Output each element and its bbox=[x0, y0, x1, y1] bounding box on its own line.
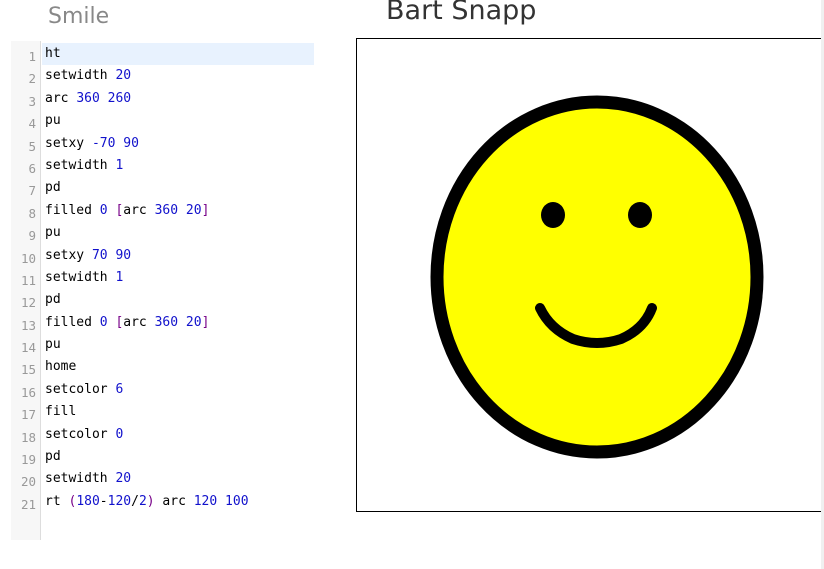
code-text[interactable]: setwidth 20 bbox=[42, 468, 314, 490]
code-line[interactable]: 14 pu bbox=[11, 334, 311, 356]
author-name: Bart Snapp bbox=[386, 0, 537, 26]
code-line[interactable]: 8 filled 0 [arc 360 20] bbox=[11, 200, 311, 222]
code-line[interactable]: 15 home bbox=[11, 356, 311, 378]
code-text[interactable]: fill bbox=[42, 401, 314, 423]
code-text[interactable]: setwidth 20 bbox=[42, 65, 314, 87]
code-text[interactable]: ht bbox=[42, 43, 314, 66]
code-text[interactable]: pu bbox=[42, 334, 314, 356]
turtle-canvas bbox=[356, 38, 822, 512]
drawing-svg bbox=[430, 95, 764, 459]
code-line[interactable]: 19 pd bbox=[11, 446, 311, 468]
code-line[interactable]: 11 setwidth 1 bbox=[11, 267, 311, 289]
code-line[interactable]: 16 setcolor 6 bbox=[11, 379, 311, 401]
code-line[interactable]: 10 setxy 70 90 bbox=[11, 245, 311, 267]
code-lines: 1 ht 2 setwidth 20 3 arc 360 260 4 pu 5 setxy -70… bbox=[11, 43, 314, 513]
left-eye bbox=[541, 202, 565, 228]
code-text[interactable]: home bbox=[42, 356, 314, 378]
line-number: 21 bbox=[20, 496, 36, 512]
code-text[interactable]: setxy 70 90 bbox=[42, 245, 314, 267]
code-text[interactable]: pu bbox=[42, 222, 314, 244]
code-text[interactable]: filled 0 [arc 360 20] bbox=[42, 200, 314, 222]
code-line[interactable]: 20 setwidth 20 bbox=[11, 468, 311, 490]
code-text[interactable]: pd bbox=[42, 177, 314, 199]
right-eye bbox=[628, 202, 652, 228]
code-text[interactable]: setwidth 1 bbox=[42, 155, 314, 177]
code-line[interactable]: 21 rt (180-120/2) arc 120 100 bbox=[11, 491, 311, 513]
code-text[interactable]: pd bbox=[42, 289, 314, 311]
code-text[interactable]: filled 0 [arc 360 20] bbox=[42, 312, 314, 334]
code-line[interactable]: 6 setwidth 1 bbox=[11, 155, 311, 177]
face-circle bbox=[430, 95, 764, 459]
code-text[interactable]: pu bbox=[42, 110, 314, 132]
code-text[interactable]: rt (180-120/2) arc 120 100 bbox=[42, 491, 314, 513]
code-text[interactable]: setwidth 1 bbox=[42, 267, 314, 289]
code-text[interactable]: arc 360 260 bbox=[42, 88, 314, 110]
code-line[interactable]: 12 pd bbox=[11, 289, 311, 311]
code-editor[interactable]: 1 ht 2 setwidth 20 3 arc 360 260 4 pu 5 setxy -70… bbox=[11, 41, 314, 540]
code-text[interactable]: setcolor 6 bbox=[42, 379, 314, 401]
code-text[interactable]: pd bbox=[42, 446, 314, 468]
code-line[interactable]: 7 pd bbox=[11, 177, 311, 199]
code-line[interactable]: 4 pu bbox=[11, 110, 311, 132]
code-line[interactable]: 1 ht bbox=[11, 43, 314, 66]
code-line[interactable]: 18 setcolor 0 bbox=[11, 424, 311, 446]
code-line[interactable]: 17 fill bbox=[11, 401, 311, 423]
code-text[interactable]: setcolor 0 bbox=[42, 424, 314, 446]
code-line[interactable]: 2 setwidth 20 bbox=[11, 65, 311, 87]
code-text[interactable]: setxy -70 90 bbox=[42, 133, 314, 155]
code-line[interactable]: 5 setxy -70 90 bbox=[11, 133, 311, 155]
code-line[interactable]: 9 pu bbox=[11, 222, 311, 244]
code-line[interactable]: 13 filled 0 [arc 360 20] bbox=[11, 312, 311, 334]
code-line[interactable]: 3 arc 360 260 bbox=[11, 88, 311, 110]
program-title: Smile bbox=[48, 4, 110, 29]
